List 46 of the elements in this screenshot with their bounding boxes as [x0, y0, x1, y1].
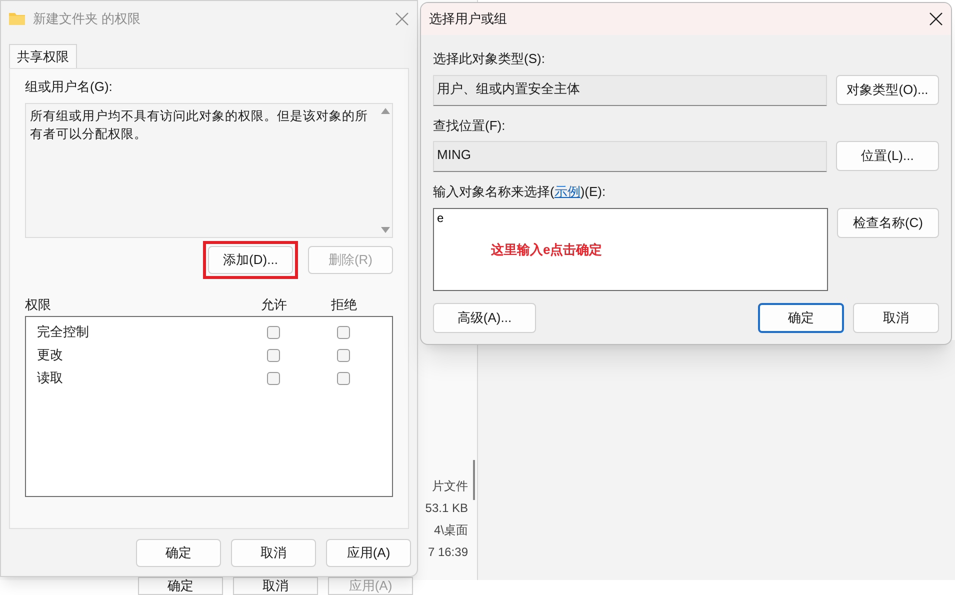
checkbox[interactable]	[336, 348, 350, 362]
file-detail-text: 4\桌面	[434, 522, 468, 538]
permission-name: 更改	[37, 346, 64, 364]
column-header: 允许	[260, 296, 288, 314]
scroll-up-icon[interactable]	[380, 108, 390, 114]
names-label: 输入对象名称来选择(示例)(E):	[433, 183, 607, 201]
field-label: 查找位置(F):	[433, 116, 506, 135]
dialog-button[interactable]: 确定	[138, 577, 223, 595]
scrollbar	[473, 460, 475, 500]
checkbox[interactable]	[266, 326, 280, 338]
example-link[interactable]: 示例	[554, 184, 580, 199]
dialog-button[interactable]: 检查名称(C)	[837, 208, 939, 238]
folder-icon	[9, 12, 25, 25]
dialog-button[interactable]: 取消	[231, 539, 316, 567]
dialog-button[interactable]: 取消	[233, 577, 318, 595]
read-only-field: MING	[433, 141, 827, 172]
file-detail-text: 7 16:39	[428, 544, 468, 560]
group-list-message: 所有组或用户均不具有访问此对象的权限。但是该对象的所有者可以分配权限。	[29, 108, 369, 142]
permission-name: 完全控制	[37, 323, 90, 342]
permission-name: 读取	[37, 369, 64, 388]
checkbox[interactable]	[336, 326, 350, 338]
checkbox[interactable]	[336, 372, 350, 384]
window-title: 选择用户或组	[429, 10, 508, 28]
group-label: 组或用户名(G):	[25, 78, 114, 96]
tab[interactable]: 共享权限	[9, 44, 77, 68]
file-detail-text: 53.1 KB	[425, 500, 468, 516]
checkbox[interactable]	[266, 372, 280, 384]
file-detail-text: 片文件	[432, 478, 468, 494]
window-title: 新建文件夹 的权限	[33, 10, 142, 28]
column-header: 拒绝	[330, 296, 358, 314]
dialog-button[interactable]: 应用(A)	[326, 539, 411, 567]
read-only-field: 用户、组或内置安全主体	[433, 74, 827, 106]
annotation-text: 这里输入e点击确定	[491, 240, 602, 258]
column-header: 权限	[25, 296, 52, 314]
dialog-button[interactable]: 取消	[853, 302, 939, 332]
dialog-button[interactable]: 对象类型(O)...	[836, 74, 939, 104]
checkbox[interactable]	[266, 348, 280, 362]
dialog-button[interactable]: 添加(D)...	[208, 246, 293, 274]
close-icon[interactable]	[929, 12, 943, 26]
dialog-button[interactable]: 高级(A)...	[433, 302, 536, 332]
dialog-button[interactable]: 确定	[758, 302, 844, 332]
dialog-button[interactable]: 位置(L)...	[836, 141, 939, 171]
dialog-button[interactable]: 确定	[136, 539, 221, 567]
scroll-down-icon[interactable]	[380, 226, 390, 232]
group-list[interactable]: 所有组或用户均不具有访问此对象的权限。但是该对象的所有者可以分配权限。	[25, 102, 393, 238]
field-label: 选择此对象类型(S):	[433, 50, 546, 68]
